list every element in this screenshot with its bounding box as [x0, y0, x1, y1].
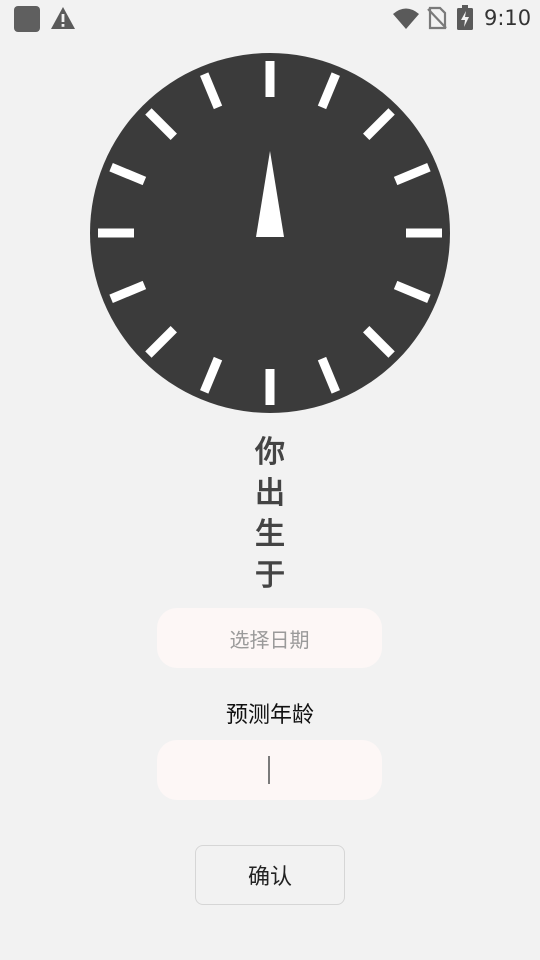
wifi-icon — [393, 8, 419, 29]
select-date-label: 选择日期 — [229, 627, 310, 652]
text-cursor — [268, 756, 270, 784]
select-date-button[interactable]: 选择日期 — [157, 608, 382, 668]
title-char: 生 — [255, 517, 285, 552]
predicted-age-label: 预测年龄 — [225, 703, 314, 728]
app-square-icon — [14, 6, 40, 32]
birth-title: 你 出 生 于 — [250, 432, 290, 598]
status-bar: 9:10 — [0, 0, 540, 36]
status-time: 9:10 — [484, 6, 532, 30]
battery-charging-icon — [457, 5, 473, 30]
title-char: 你 — [255, 435, 285, 470]
title-char: 于 — [255, 558, 285, 593]
no-sim-icon — [427, 6, 447, 30]
warning-icon — [51, 7, 75, 29]
title-char: 出 — [255, 476, 285, 511]
confirm-button[interactable]: 确认 — [195, 845, 345, 905]
dial-clock — [90, 53, 450, 413]
